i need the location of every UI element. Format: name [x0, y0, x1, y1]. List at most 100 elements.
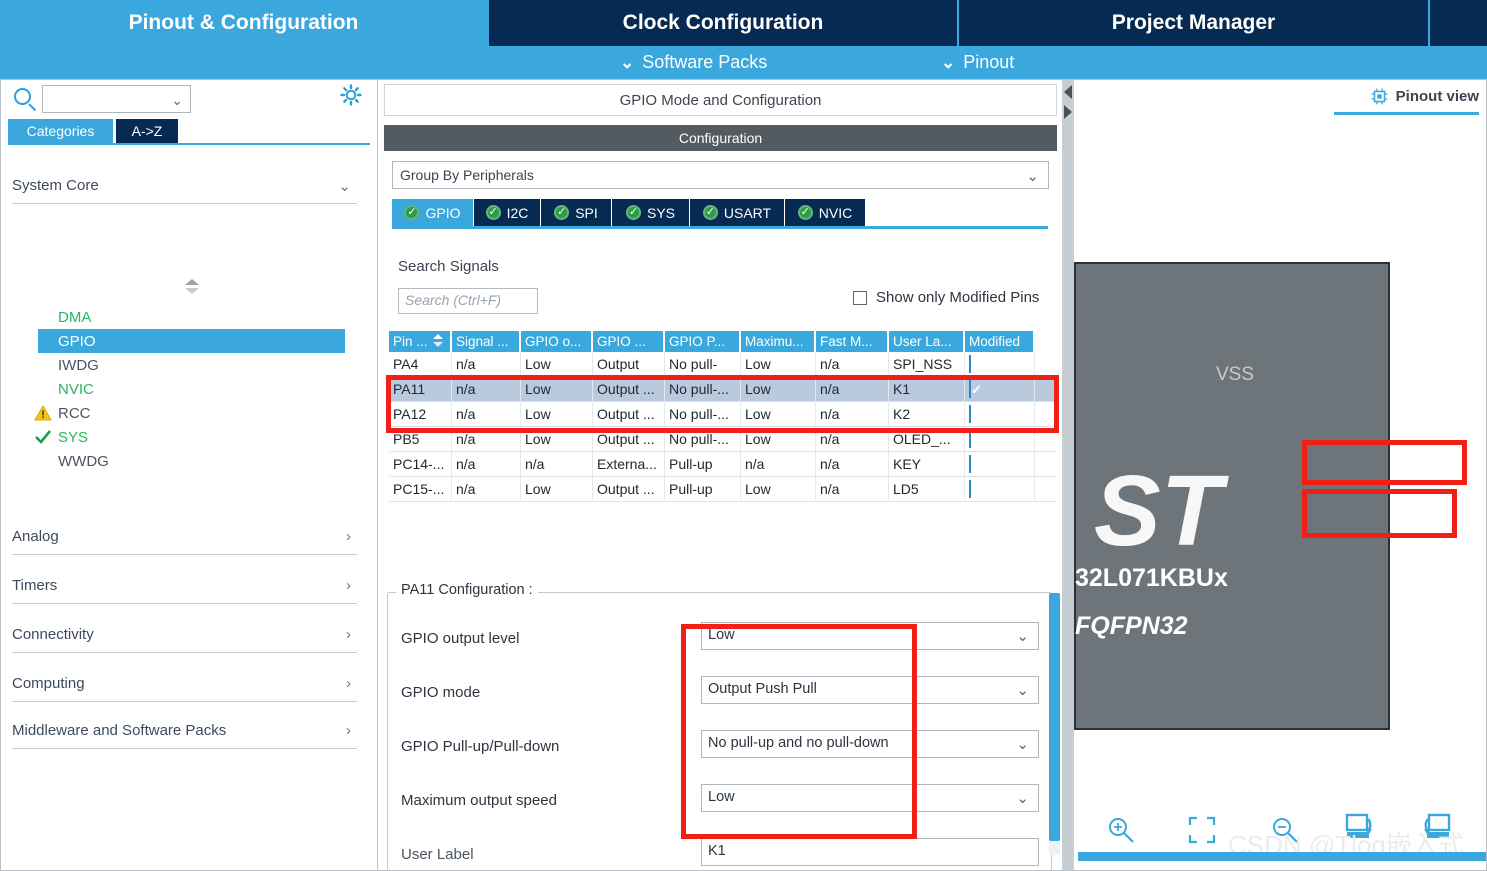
sort-arrows-icon[interactable]	[433, 334, 444, 348]
gpio-mode-dropdown[interactable]: Output Push Pull ⌄	[701, 676, 1039, 704]
chevron-down-icon: ⌄	[1026, 168, 1039, 185]
column-header-signal[interactable]: Signal ...	[452, 331, 521, 352]
group-by-dropdown[interactable]: Group By Peripherals ⌄	[392, 161, 1049, 189]
sidebar-group-timers-label: Timers	[12, 577, 58, 594]
tab-sys[interactable]: ✓ SYS	[612, 199, 690, 226]
scrollbar-thumb[interactable]	[1049, 593, 1060, 841]
column-header-user-label[interactable]: User La...	[889, 331, 965, 352]
collapse-left-icon[interactable]	[1064, 85, 1072, 99]
gear-icon[interactable]	[340, 84, 362, 106]
tab-nvic[interactable]: ✓ NVIC	[785, 199, 866, 226]
pin-configuration-title: PA11 Configuration :	[396, 582, 538, 598]
fit-to-screen-icon[interactable]	[1187, 815, 1217, 845]
column-header-gpio-output-level[interactable]: GPIO o...	[521, 331, 593, 352]
sidebar-group-connectivity[interactable]: Connectivity ›	[12, 617, 357, 653]
tab-project-manager[interactable]: Project Manager	[959, 0, 1428, 46]
show-modified-pins-toggle[interactable]: Show only Modified Pins	[853, 289, 1039, 306]
sidebar-tab-a-to-z[interactable]: A->Z	[116, 119, 178, 143]
sidebar-item-sys[interactable]: SYS	[24, 425, 345, 449]
tab-clock-configuration[interactable]: Clock Configuration	[489, 0, 957, 46]
tab-pinout-configuration[interactable]: Pinout & Configuration	[0, 0, 487, 46]
sidebar-item-gpio[interactable]: GPIO	[38, 329, 345, 353]
sidebar-item-rcc[interactable]: RCC	[24, 401, 345, 425]
sidebar-tab-row: Categories A->Z	[0, 119, 378, 143]
cell-pin: PA12	[389, 402, 452, 427]
sidebar-search-row: ⌄	[0, 79, 378, 121]
panel-splitter[interactable]	[1062, 79, 1074, 871]
table-row[interactable]: PC14-... n/a n/a Externa... Pull-up n/a …	[389, 452, 1056, 477]
tab-spi[interactable]: ✓ SPI	[541, 199, 612, 226]
table-row[interactable]: PA11 n/a Low Output ... No pull-... Low …	[389, 377, 1056, 402]
sort-arrows-icon[interactable]	[185, 279, 199, 295]
zoom-in-icon[interactable]	[1106, 815, 1136, 845]
tab-gpio[interactable]: ✓ GPIO	[392, 199, 474, 226]
pinout-bottom-accent-line	[1078, 852, 1487, 861]
checkbox-checked-icon[interactable]	[969, 355, 971, 373]
sidebar-group-computing[interactable]: Computing ›	[12, 666, 357, 702]
checkbox-icon[interactable]	[853, 290, 867, 305]
pinout-view-tab[interactable]: Pinout view	[1371, 88, 1479, 105]
checkbox-checked-icon[interactable]	[969, 480, 971, 498]
table-row[interactable]: PA12 n/a Low Output ... No pull-... Low …	[389, 402, 1056, 427]
checkbox-checked-icon[interactable]	[969, 430, 971, 448]
sidebar-group-middleware[interactable]: Middleware and Software Packs ›	[12, 713, 357, 749]
search-input[interactable]: ⌄	[42, 85, 191, 113]
sidebar-group-timers[interactable]: Timers ›	[12, 568, 357, 604]
checkbox-checked-icon[interactable]	[969, 405, 971, 423]
cell-modified[interactable]	[965, 477, 1035, 502]
sidebar-group-analog[interactable]: Analog ›	[12, 519, 357, 555]
column-header-fast-mode[interactable]: Fast M...	[816, 331, 889, 352]
checkbox-checked-icon[interactable]	[969, 455, 971, 473]
cell-user-label: KEY	[889, 452, 965, 477]
gpio-pull-dropdown[interactable]: No pull-up and no pull-down ⌄	[701, 730, 1039, 758]
column-header-pin-label: Pin ...	[393, 334, 428, 349]
sidebar-tab-categories[interactable]: Categories	[8, 119, 113, 143]
pinout-menu[interactable]: ⌄ Pinout	[941, 46, 1014, 79]
cell-modified[interactable]	[965, 452, 1035, 477]
sidebar-item-nvic[interactable]: NVIC	[24, 377, 345, 401]
software-packs-label: Software Packs	[642, 52, 768, 72]
sidebar-item-iwdg[interactable]: IWDG	[24, 353, 345, 377]
column-header-gpio-pull[interactable]: GPIO P...	[665, 331, 741, 352]
collapse-right-icon[interactable]	[1064, 105, 1072, 119]
column-header-modified[interactable]: Modified	[965, 331, 1035, 352]
cell-modified[interactable]	[965, 427, 1035, 452]
checkbox-checked-icon[interactable]	[969, 380, 971, 398]
table-row[interactable]: PC15-... n/a Low Output ... Pull-up Low …	[389, 477, 1056, 502]
column-header-gpio-output-level-label: GPIO o...	[525, 334, 582, 349]
gpio-pull-value: No pull-up and no pull-down	[708, 735, 889, 751]
sidebar-item-gpio-label: GPIO	[58, 332, 96, 350]
warning-icon	[34, 404, 52, 422]
pin-configuration-group: PA11 Configuration : GPIO output level L…	[387, 582, 1052, 871]
tab-overflow[interactable]	[1430, 0, 1487, 46]
cell-modified[interactable]	[965, 402, 1035, 427]
maximum-output-speed-dropdown[interactable]: Low ⌄	[701, 784, 1039, 812]
cell-pull: No pull-...	[665, 402, 741, 427]
user-label-input[interactable]: K1	[701, 838, 1039, 866]
cell-pin: PA4	[389, 352, 452, 377]
config-vertical-scrollbar[interactable]	[1049, 593, 1060, 855]
software-packs-menu[interactable]: ⌄ Software Packs	[620, 46, 767, 79]
cell-modified[interactable]	[965, 377, 1035, 402]
cell-modified[interactable]	[965, 352, 1035, 377]
column-header-maximum-speed[interactable]: Maximu...	[741, 331, 816, 352]
sidebar-item-dma[interactable]: DMA	[24, 305, 345, 329]
sidebar-group-analog-label: Analog	[12, 528, 59, 545]
table-row[interactable]: PB5 n/a Low Output ... No pull-... Low n…	[389, 427, 1056, 452]
column-header-gpio-mode[interactable]: GPIO ...	[593, 331, 665, 352]
sidebar-group-system-core[interactable]: System Core ⌄	[12, 168, 357, 204]
categories-sidebar: ⌄ Categories A->Z System Core ⌄ DMA GPIO	[0, 79, 378, 871]
cell-max-speed: Low	[741, 352, 816, 377]
tab-i2c[interactable]: ✓ I2C	[474, 199, 541, 226]
tab-usart[interactable]: ✓ USART	[690, 199, 785, 226]
search-signals-input[interactable]: Search (Ctrl+F)	[398, 288, 538, 314]
chevron-down-icon: ⌄	[1016, 682, 1029, 699]
sidebar-item-wwdg[interactable]: WWDG	[24, 449, 345, 473]
cell-signal: n/a	[452, 452, 521, 477]
cell-user-label: LD5	[889, 477, 965, 502]
cell-mode: Output ...	[593, 477, 665, 502]
gpio-output-level-dropdown[interactable]: Low ⌄	[701, 622, 1039, 650]
column-header-pin[interactable]: Pin ...	[389, 331, 452, 352]
field-gpio-pull-label: GPIO Pull-up/Pull-down	[401, 738, 560, 755]
table-row[interactable]: PA4 n/a Low Output No pull- Low n/a SPI_…	[389, 352, 1056, 377]
